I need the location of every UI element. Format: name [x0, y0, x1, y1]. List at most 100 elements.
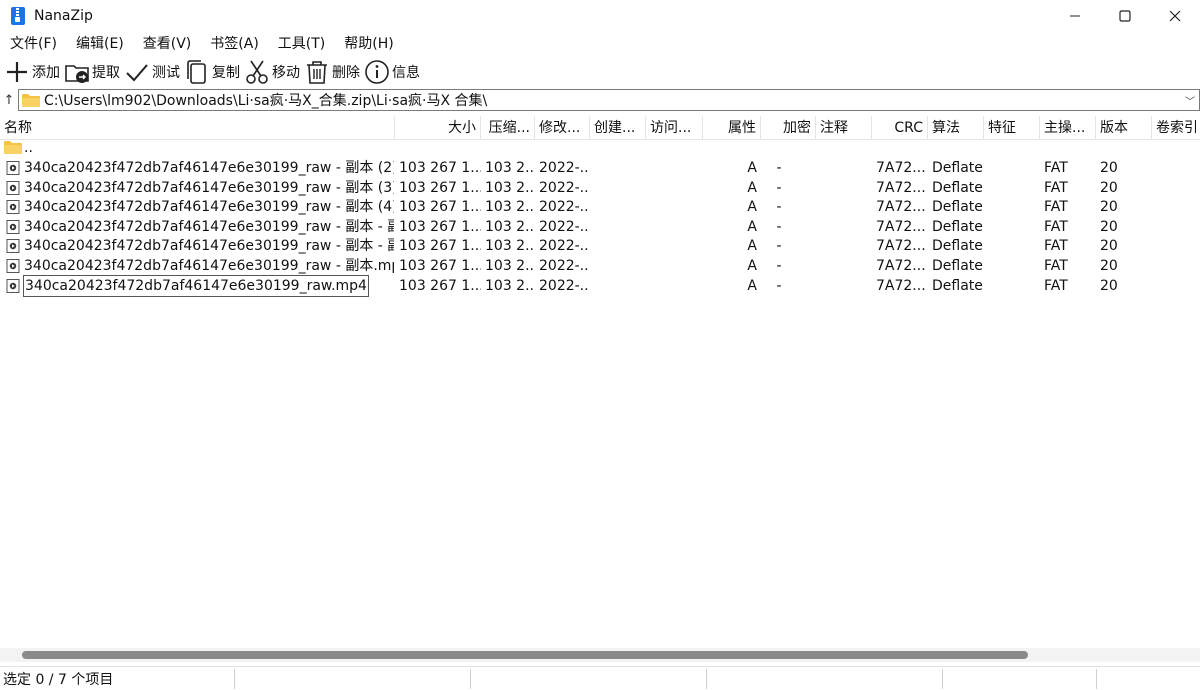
file-row[interactable]: 340ca20423f472db7af46147e6e30199_raw - 副…	[0, 236, 1200, 256]
cell-size: 103 267 1...	[399, 218, 481, 235]
column-host-os[interactable]: 主操...	[1040, 116, 1096, 140]
close-icon	[1169, 10, 1181, 22]
cell-crc: 7A72...	[876, 199, 926, 216]
address-bar: ↑ C:\Users\lm902\Downloads\Li·sa疯·马X_合集.…	[0, 88, 1200, 112]
file-row[interactable]: 340ca20423f472db7af46147e6e30199_raw.mp4…	[0, 274, 1200, 297]
cell-method: Deflate	[932, 277, 983, 294]
cell-encrypted: -	[776, 218, 782, 235]
cell-host-os: FAT	[1044, 258, 1068, 274]
video-file-icon	[6, 161, 20, 175]
file-row[interactable]: 340ca20423f472db7af46147e6e30199_raw - 副…	[0, 256, 1200, 276]
toolbar: 添加 提取 测试 复制 移动 删除 信息	[0, 56, 1200, 88]
extract-folder-icon	[65, 65, 89, 83]
file-name: 340ca20423f472db7af46147e6e30199_raw - 副…	[24, 179, 394, 196]
column-attributes[interactable]: 属性	[703, 116, 761, 140]
cell-modified: 2022-...	[539, 277, 590, 294]
video-file-icon	[6, 239, 20, 254]
file-name: 340ca20423f472db7af46147e6e30199_raw.mp4	[23, 274, 369, 297]
path-input[interactable]: C:\Users\lm902\Downloads\Li·sa疯·马X_合集.zi…	[18, 89, 1200, 111]
menu-help[interactable]: 帮助(H)	[334, 32, 402, 56]
cell-host-os: FAT	[1044, 179, 1068, 196]
up-arrow-icon[interactable]: ↑	[0, 93, 18, 108]
column-modified[interactable]: 修改...	[535, 116, 590, 140]
parent-folder-label: ..	[24, 140, 33, 156]
maximize-button[interactable]	[1100, 0, 1150, 32]
add-button[interactable]: 添加	[4, 56, 60, 88]
cell-crc: 7A72...	[876, 258, 926, 274]
cell-crc: 7A72...	[876, 277, 926, 294]
column-packed-size[interactable]: 压缩...	[481, 116, 535, 140]
trash-icon	[307, 61, 327, 84]
delete-button[interactable]: 删除	[304, 56, 360, 88]
column-crc[interactable]: CRC	[872, 116, 928, 140]
cell-encrypted: -	[776, 179, 782, 196]
column-created[interactable]: 创建...	[590, 116, 646, 140]
path-text: C:\Users\lm902\Downloads\Li·sa疯·马X_合集.zi…	[44, 93, 488, 109]
column-size[interactable]: 大小	[395, 116, 481, 140]
move-button[interactable]: 移动	[244, 56, 300, 88]
column-volume-index[interactable]: 卷索引	[1152, 116, 1200, 140]
cell-version: 20	[1100, 199, 1118, 216]
column-comment[interactable]: 注释	[816, 116, 872, 140]
title-bar: NanaZip	[0, 0, 1200, 32]
extract-label: 提取	[92, 65, 120, 81]
video-file-icon	[6, 200, 20, 215]
folder-icon	[22, 94, 40, 107]
status-separator	[706, 669, 707, 689]
menu-file[interactable]: 文件(F)	[0, 32, 66, 56]
copy-button[interactable]: 复制	[184, 56, 240, 88]
column-name[interactable]: 名称	[0, 116, 395, 140]
info-label: 信息	[392, 65, 420, 81]
file-row[interactable]: 340ca20423f472db7af46147e6e30199_raw - 副…	[0, 197, 1200, 217]
file-row[interactable]: 340ca20423f472db7af46147e6e30199_raw - 副…	[0, 178, 1200, 198]
menu-bar: 文件(F) 编辑(E) 查看(V) 书签(A) 工具(T) 帮助(H)	[0, 32, 1200, 56]
cell-size: 103 267 1...	[399, 199, 481, 216]
video-file-icon	[6, 278, 20, 293]
menu-bookmarks[interactable]: 书签(A)	[200, 32, 268, 56]
extract-button[interactable]: 提取	[64, 56, 120, 88]
column-characteristics[interactable]: 特征	[984, 116, 1040, 140]
cell-encrypted: -	[776, 258, 782, 274]
cell-crc: 7A72...	[876, 160, 926, 176]
cell-host-os: FAT	[1044, 238, 1068, 255]
cell-size: 103 267 1...	[399, 160, 481, 176]
cell-size: 103 267 1...	[399, 179, 481, 196]
cell-size: 103 267 1...	[399, 258, 481, 274]
cell-modified: 2022-...	[539, 238, 590, 255]
cell-packed-size: 103 2...	[485, 199, 535, 216]
cell-method: Deflate	[932, 179, 983, 196]
cell-packed-size: 103 2...	[485, 277, 535, 294]
minimize-button[interactable]	[1050, 0, 1100, 32]
cell-size: 103 267 1...	[399, 277, 481, 294]
column-version[interactable]: 版本	[1096, 116, 1152, 140]
cell-host-os: FAT	[1044, 277, 1068, 294]
add-label: 添加	[32, 65, 60, 81]
cell-version: 20	[1100, 258, 1118, 274]
cell-method: Deflate	[932, 199, 983, 216]
folder-icon	[4, 141, 22, 154]
status-bar: 选定 0 / 7 个项目	[0, 666, 1200, 690]
file-row[interactable]: 340ca20423f472db7af46147e6e30199_raw - 副…	[0, 158, 1200, 178]
scrollbar-thumb[interactable]	[22, 651, 1028, 659]
chevron-down-icon[interactable]: ﹀	[1185, 93, 1195, 108]
column-method[interactable]: 算法	[928, 116, 984, 140]
horizontal-scrollbar[interactable]	[0, 648, 1200, 662]
file-list: 名称 大小 压缩... 修改... 创建... 访问... 属性 加密 注释 C…	[0, 116, 1200, 646]
menu-edit[interactable]: 编辑(E)	[66, 32, 133, 56]
column-accessed[interactable]: 访问...	[646, 116, 703, 140]
cell-encrypted: -	[776, 199, 782, 216]
close-button[interactable]	[1150, 0, 1200, 32]
cell-method: Deflate	[932, 238, 983, 255]
file-row[interactable]: 340ca20423f472db7af46147e6e30199_raw - 副…	[0, 217, 1200, 237]
column-encrypted[interactable]: 加密	[761, 116, 816, 140]
menu-tools[interactable]: 工具(T)	[268, 32, 334, 56]
window-title: NanaZip	[34, 8, 93, 24]
menu-view[interactable]: 查看(V)	[133, 32, 201, 56]
parent-folder-row[interactable]: ..	[0, 138, 1200, 158]
test-button[interactable]: 测试	[124, 56, 180, 88]
maximize-icon	[1119, 10, 1131, 22]
copy-icon	[187, 60, 206, 84]
info-button[interactable]: 信息	[364, 56, 420, 88]
cell-version: 20	[1100, 277, 1118, 294]
move-label: 移动	[272, 65, 300, 81]
